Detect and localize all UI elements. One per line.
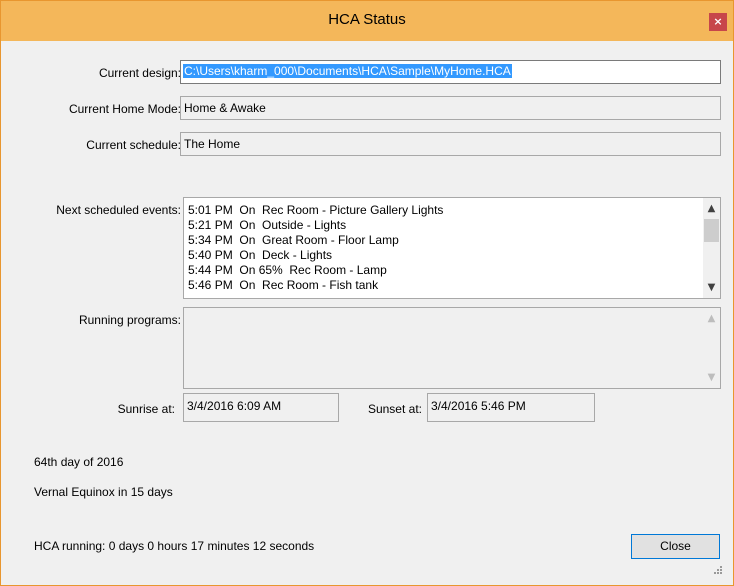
schedule-field[interactable]: The Home (180, 132, 721, 156)
close-icon[interactable]: × (709, 13, 727, 31)
home-mode-label: Current Home Mode: (68, 102, 181, 116)
current-design-label: Current design: (98, 66, 181, 80)
sunrise-label: Sunrise at: (117, 402, 175, 416)
scroll-up-icon[interactable]: ▲ (703, 200, 720, 217)
title-bar[interactable]: HCA Status × (1, 1, 733, 41)
resize-grip-icon[interactable] (711, 565, 723, 577)
next-events-list[interactable]: 5:01 PM On Rec Room - Picture Gallery Li… (183, 197, 721, 299)
hca-running-text: HCA running: 0 days 0 hours 17 minutes 1… (34, 539, 315, 553)
window-title: HCA Status (328, 11, 406, 28)
scroll-thumb[interactable] (704, 219, 719, 242)
running-programs-label: Running programs: (78, 313, 181, 327)
current-design-field[interactable]: C:\Users\kharm_000\Documents\HCA\Sample\… (180, 60, 721, 84)
running-programs-list[interactable]: ▲ ▼ (183, 307, 721, 389)
list-item[interactable]: 5:44 PM On 65% Rec Room - Lamp (188, 263, 443, 278)
scroll-up-icon: ▲ (707, 313, 716, 324)
sunrise-field[interactable]: 3/4/2016 6:09 AM (183, 393, 339, 422)
list-item[interactable]: 5:21 PM On Outside - Lights (188, 218, 443, 233)
list-item[interactable]: 5:34 PM On Great Room - Floor Lamp (188, 233, 443, 248)
list-item[interactable]: 5:46 PM On Rec Room - Fish tank (188, 278, 443, 293)
scroll-down-icon: ▼ (707, 372, 716, 383)
sunset-label: Sunset at: (367, 402, 422, 416)
home-mode-field[interactable]: Home & Awake (180, 96, 721, 120)
list-item[interactable]: 5:40 PM On Deck - Lights (188, 248, 443, 263)
day-of-year-text: 64th day of 2016 (34, 455, 124, 469)
sunset-field[interactable]: 3/4/2016 5:46 PM (427, 393, 595, 422)
hca-status-dialog: HCA Status × Current design: C:\Users\kh… (0, 0, 734, 586)
next-events-scrollbar[interactable]: ▲ ▼ (703, 198, 720, 298)
dialog-body: Current design: C:\Users\kharm_000\Docum… (9, 41, 725, 579)
equinox-text: Vernal Equinox in 15 days (34, 485, 173, 499)
running-programs-scrollbar: ▲ ▼ (703, 308, 720, 388)
list-item[interactable]: 5:01 PM On Rec Room - Picture Gallery Li… (188, 203, 443, 218)
next-events-items: 5:01 PM On Rec Room - Picture Gallery Li… (188, 203, 443, 293)
schedule-label: Current schedule: (86, 138, 181, 152)
current-design-value: C:\Users\kharm_000\Documents\HCA\Sample\… (183, 64, 512, 78)
scroll-down-icon[interactable]: ▼ (703, 279, 720, 296)
next-events-label: Next scheduled events: (56, 203, 181, 217)
close-button[interactable]: Close (631, 534, 720, 559)
